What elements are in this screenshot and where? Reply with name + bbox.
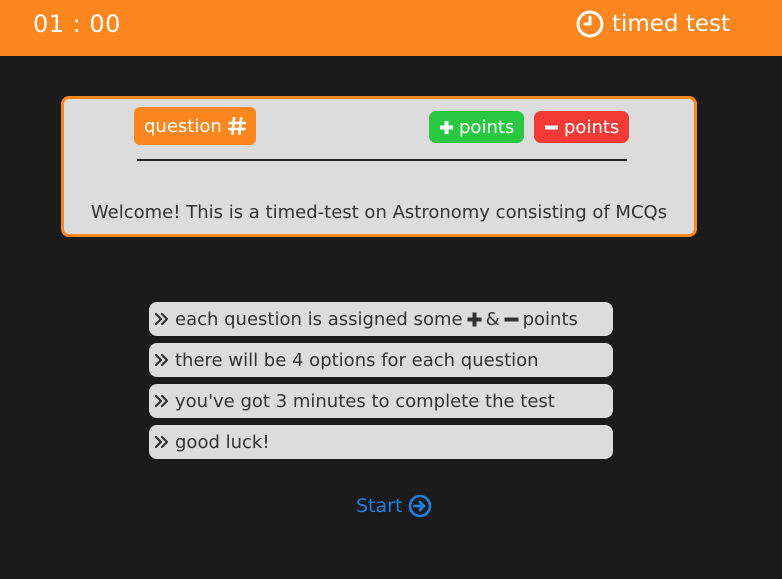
question-badge: question — [134, 107, 256, 145]
rules-list: each question is assigned some & points … — [149, 302, 613, 466]
minus-points-badge: points — [534, 111, 630, 143]
rule-text: you've got 3 minutes to complete the tes… — [175, 390, 555, 412]
rule-text-part: points — [522, 308, 578, 330]
app-title: timed test — [611, 11, 730, 37]
rule-text: each question is assigned some & points — [175, 309, 578, 330]
rule-item: each question is assigned some & points — [149, 302, 613, 336]
top-bar: 01 : 00 timed test — [0, 0, 782, 56]
rule-item: you've got 3 minutes to complete the tes… — [149, 384, 613, 418]
question-card: question points points Welcome! This is … — [61, 96, 697, 237]
minus-icon — [504, 317, 519, 321]
minus-icon — [545, 125, 558, 129]
rule-item: there will be 4 options for each questio… — [149, 343, 613, 377]
app-title-group: timed test — [576, 10, 730, 38]
card-divider — [137, 159, 627, 161]
arrow-circle-right-icon — [409, 494, 432, 518]
timer-display: 01 : 00 — [33, 10, 121, 38]
clock-icon — [576, 10, 604, 38]
start-button[interactable]: Start — [356, 494, 432, 518]
double-chevron-right-icon — [154, 312, 169, 326]
plus-points-badge: points — [429, 111, 525, 143]
plus-points-label: points — [459, 116, 515, 138]
start-label: Start — [356, 495, 403, 517]
welcome-text: Welcome! This is a timed-test on Astrono… — [90, 202, 668, 223]
double-chevron-right-icon — [154, 435, 169, 449]
rule-text-part: each question is assigned some — [175, 308, 463, 330]
plus-icon — [440, 120, 453, 134]
double-chevron-right-icon — [154, 353, 169, 367]
hash-icon — [227, 117, 246, 135]
rule-text-part: & — [485, 308, 500, 330]
double-chevron-right-icon — [154, 394, 169, 408]
question-label: question — [144, 115, 222, 137]
plus-icon — [467, 312, 482, 326]
rule-item: good luck! — [149, 425, 613, 459]
rule-text: there will be 4 options for each questio… — [175, 349, 539, 371]
rule-text: good luck! — [175, 431, 270, 453]
minus-points-label: points — [564, 116, 620, 138]
